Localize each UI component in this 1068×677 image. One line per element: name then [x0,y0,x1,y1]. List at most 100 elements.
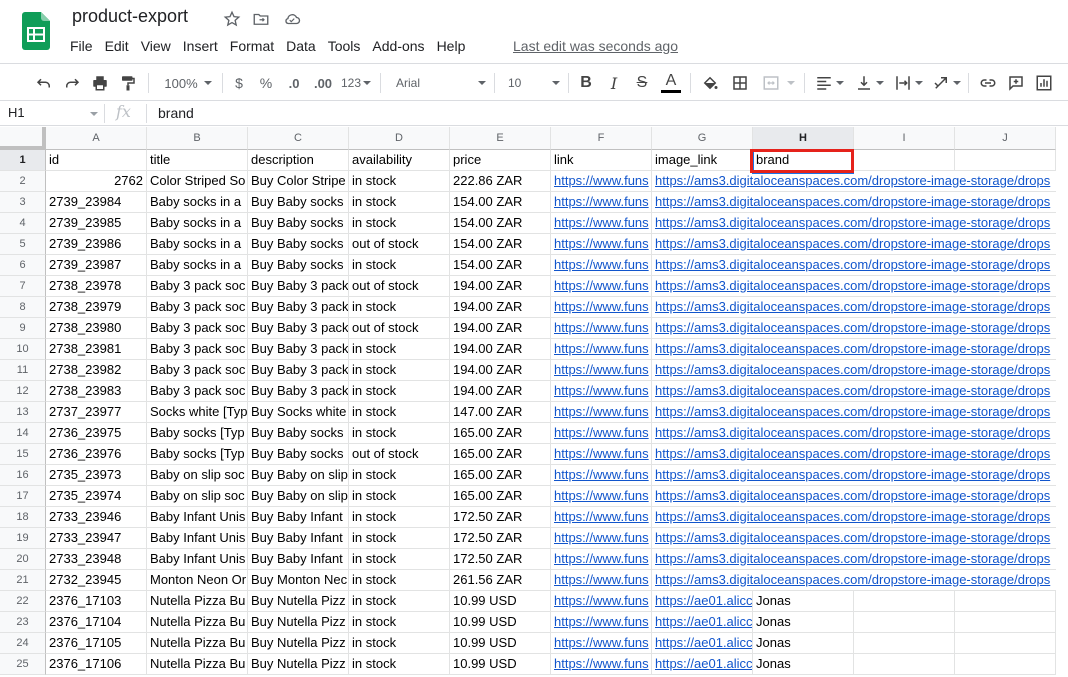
table-cell[interactable]: 194.00 ZAR [450,276,551,297]
table-cell[interactable]: 172.50 ZAR [450,507,551,528]
header-cell[interactable]: description [248,150,349,171]
menu-data[interactable]: Data [280,36,322,56]
row-header[interactable]: 5 [0,234,46,255]
table-cell[interactable]: https://www.funs [551,591,652,612]
table-cell[interactable]: https://ams3.digitaloceanspaces.com/drop… [652,192,1050,213]
header-cell[interactable]: title [147,150,248,171]
table-cell[interactable]: in stock [349,402,450,423]
table-cell[interactable]: Baby Infant Unis [147,549,248,570]
column-header-f[interactable]: F [551,127,652,150]
table-cell[interactable]: 2376_17104 [46,612,147,633]
table-cell[interactable]: Buy Baby socks [248,444,349,465]
row-header[interactable]: 17 [0,486,46,507]
table-cell[interactable]: Jonas [753,633,854,654]
table-cell[interactable]: Baby socks in a [147,192,248,213]
menu-tools[interactable]: Tools [322,36,367,56]
table-cell[interactable]: Buy Baby socks [248,192,349,213]
table-cell[interactable]: Baby socks in a [147,213,248,234]
row-header[interactable]: 10 [0,339,46,360]
table-cell[interactable]: https://www.funs [551,528,652,549]
table-cell[interactable] [955,633,1056,654]
table-cell[interactable] [854,591,955,612]
table-cell[interactable]: 2733_23947 [46,528,147,549]
table-cell[interactable]: https://ams3.digitaloceanspaces.com/drop… [652,402,1050,423]
table-cell[interactable]: 2736_23976 [46,444,147,465]
table-cell[interactable]: 194.00 ZAR [450,318,551,339]
table-cell[interactable]: 2735_23974 [46,486,147,507]
table-cell[interactable]: in stock [349,339,450,360]
text-wrapping-icon[interactable] [892,72,924,94]
table-cell[interactable]: https://ams3.digitaloceanspaces.com/drop… [652,465,1050,486]
table-cell[interactable]: https://ams3.digitaloceanspaces.com/drop… [652,507,1050,528]
table-cell[interactable]: Buy Nutella Pizz [248,654,349,675]
table-cell[interactable]: in stock [349,549,450,570]
paint-format-icon[interactable] [118,72,138,94]
table-cell[interactable]: 2738_23980 [46,318,147,339]
zoom-select[interactable]: 100% [160,72,216,94]
table-cell[interactable]: out of stock [349,444,450,465]
row-header[interactable]: 19 [0,528,46,549]
table-cell[interactable]: Buy Baby 3 pack [248,276,349,297]
currency-format-button[interactable]: $ [230,72,248,94]
last-edit-link[interactable]: Last edit was seconds ago [513,38,678,54]
insert-link-icon[interactable] [978,72,998,94]
column-header-i[interactable]: I [854,127,955,150]
table-cell[interactable]: in stock [349,381,450,402]
table-cell[interactable]: Buy Baby 3 pack [248,339,349,360]
insert-comment-icon[interactable] [1006,72,1026,94]
table-cell[interactable]: Buy Monton Nec [248,570,349,591]
column-header-g[interactable]: G [652,127,753,150]
table-cell[interactable] [854,633,955,654]
table-cell[interactable]: 154.00 ZAR [450,255,551,276]
table-cell[interactable]: 194.00 ZAR [450,339,551,360]
table-cell[interactable]: Buy Baby Infant [248,507,349,528]
row-header[interactable]: 1 [0,150,46,171]
table-cell[interactable]: 147.00 ZAR [450,402,551,423]
table-cell[interactable]: in stock [349,213,450,234]
borders-icon[interactable] [730,72,750,94]
table-cell[interactable]: https://www.funs [551,297,652,318]
table-cell[interactable]: in stock [349,654,450,675]
table-cell[interactable]: 2735_23973 [46,465,147,486]
menu-view[interactable]: View [135,36,177,56]
folder-move-icon[interactable] [251,9,271,29]
table-cell[interactable]: Nutella Pizza Bu [147,654,248,675]
table-cell[interactable]: https://www.funs [551,465,652,486]
row-header[interactable]: 2 [0,171,46,192]
table-cell[interactable]: 2733_23948 [46,549,147,570]
table-cell[interactable]: https://ams3.digitaloceanspaces.com/drop… [652,570,1050,591]
row-header[interactable]: 24 [0,633,46,654]
table-cell[interactable]: 2738_23982 [46,360,147,381]
table-cell[interactable]: https://www.funs [551,444,652,465]
table-cell[interactable]: Nutella Pizza Bu [147,591,248,612]
table-cell[interactable]: Nutella Pizza Bu [147,612,248,633]
insert-chart-icon[interactable] [1034,72,1054,94]
table-cell[interactable]: out of stock [349,234,450,255]
header-cell[interactable] [955,150,1056,171]
row-header[interactable]: 12 [0,381,46,402]
table-cell[interactable] [955,612,1056,633]
row-header[interactable]: 23 [0,612,46,633]
table-cell[interactable]: Baby 3 pack soc [147,360,248,381]
table-cell[interactable]: Buy Baby 3 pack [248,381,349,402]
table-cell[interactable]: Jonas [753,654,854,675]
row-header[interactable]: 4 [0,213,46,234]
table-cell[interactable]: https://www.funs [551,486,652,507]
table-cell[interactable]: in stock [349,528,450,549]
table-cell[interactable]: https://www.funs [551,402,652,423]
font-family-select[interactable]: Arial [396,72,486,94]
table-cell[interactable]: 2376_17105 [46,633,147,654]
table-cell[interactable]: 2733_23946 [46,507,147,528]
name-box[interactable]: H1 [8,105,25,120]
menu-file[interactable]: File [64,36,99,56]
table-cell[interactable]: https://www.funs [551,633,652,654]
table-cell[interactable]: https://ae01.alicc [652,633,753,654]
row-header[interactable]: 11 [0,360,46,381]
table-cell[interactable]: https://www.funs [551,507,652,528]
table-cell[interactable]: https://www.funs [551,234,652,255]
row-header[interactable]: 21 [0,570,46,591]
table-cell[interactable]: Baby 3 pack soc [147,381,248,402]
table-cell[interactable]: https://www.funs [551,192,652,213]
table-cell[interactable] [854,654,955,675]
menu-format[interactable]: Format [224,36,280,56]
